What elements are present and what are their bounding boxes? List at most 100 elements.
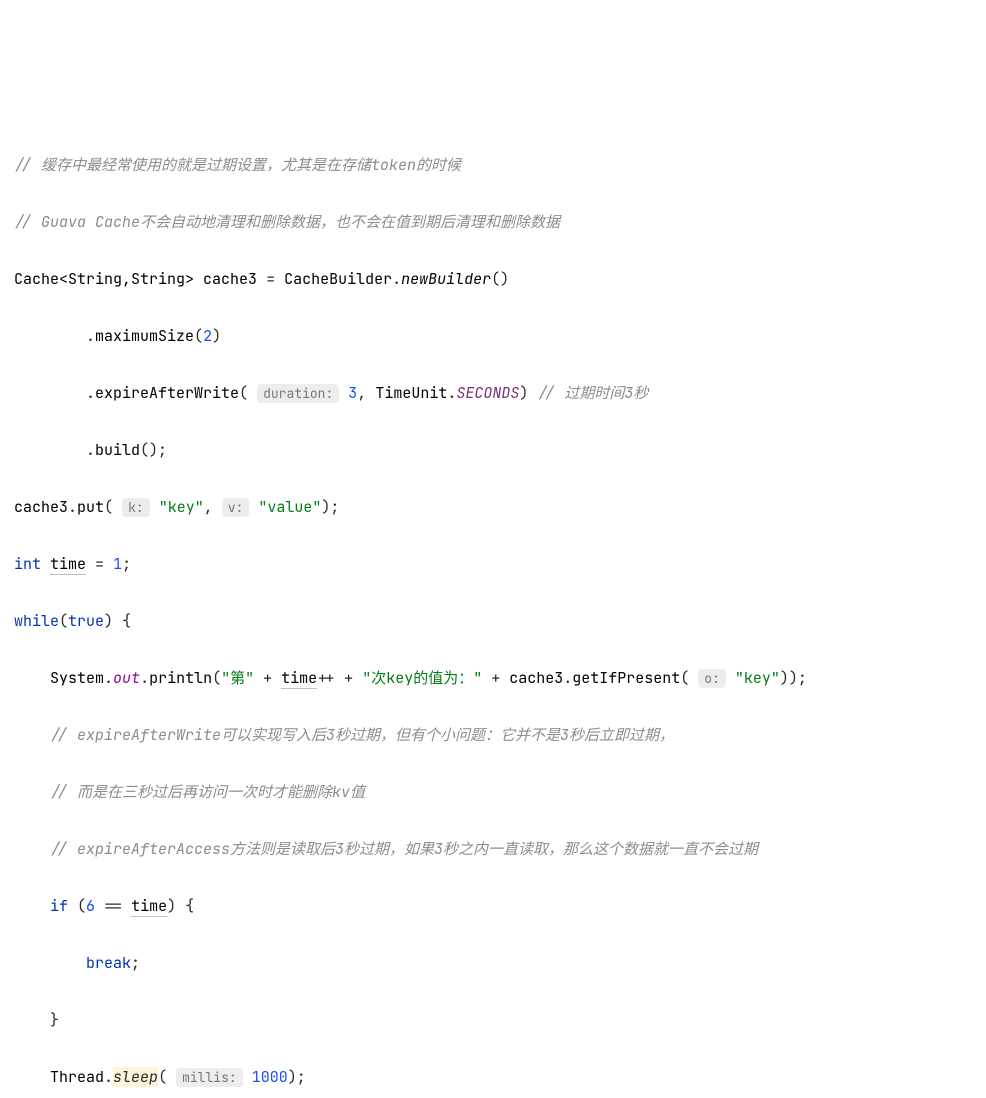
class-name: System (50, 668, 104, 688)
comment-text: // 缓存中最经常使用的就是过期设置，尤其是在存储token的时候 (14, 155, 461, 175)
indent (14, 326, 86, 346)
type-name: Cache (14, 269, 59, 289)
code-line: while(true) { (14, 607, 972, 636)
paren: ( (68, 896, 86, 916)
number-literal: 1000 (252, 1067, 288, 1087)
brace: } (50, 1010, 59, 1030)
string-literal: "key" (735, 668, 780, 688)
paren: ) (519, 383, 528, 403)
keyword: while (14, 611, 59, 631)
paren: ( (194, 326, 203, 346)
code-line: System.out.println("第" + time++ + "次key的… (14, 664, 972, 693)
code-line: } (14, 1006, 972, 1035)
indent (14, 440, 86, 460)
keyword: break (86, 953, 131, 973)
variable: time (281, 668, 317, 689)
space (339, 383, 348, 403)
code-line: int time = 1; (14, 550, 972, 579)
string-literal: "第" (221, 668, 254, 688)
method-name: getIfPresent (572, 668, 680, 688)
comment-text: // 过期时间3秒 (537, 383, 648, 403)
param-hint: v: (222, 498, 250, 517)
method-name: put (77, 497, 104, 517)
operator: == (95, 896, 131, 916)
code-line: // 而是在三秒过后再访问一次时才能删除kv值 (14, 778, 972, 807)
class-name: CacheBuilder (284, 269, 392, 289)
paren: ( (212, 668, 221, 688)
keyword: int (14, 554, 41, 574)
variable: cache3 (203, 269, 257, 289)
comment-text: // expireAfterWrite可以实现写入后3秒过期，但有个小问题：它并… (50, 725, 674, 745)
dot: . (68, 497, 77, 517)
code-line: // expireAfterWrite可以实现写入后3秒过期，但有个小问题：它并… (14, 721, 972, 750)
indent (14, 1010, 50, 1030)
comma: , (357, 383, 375, 403)
param-hint: duration: (257, 384, 339, 403)
indent (14, 668, 50, 688)
indent (14, 782, 50, 802)
method-name: sleep (113, 1067, 158, 1087)
indent (14, 839, 50, 859)
code-line: .maximumSize(2) (14, 322, 972, 351)
paren: ( (158, 1067, 176, 1087)
operator: = (86, 554, 113, 574)
brace: ) { (167, 896, 194, 916)
number-literal: 3 (348, 383, 357, 403)
code-line: // 缓存中最经常使用的就是过期设置，尤其是在存储token的时候 (14, 151, 972, 180)
generic-params: <String,String> (59, 269, 194, 289)
comment-text: // Guava Cache不会自动地清理和删除数据，也不会在值到期后清理和删除… (14, 212, 560, 232)
dot: . (86, 383, 95, 403)
operator: + (254, 668, 281, 688)
code-line: // expireAfterAccess方法则是读取后3秒过期，如果3秒之内一直… (14, 835, 972, 864)
paren: ); (321, 497, 339, 517)
indent (14, 1067, 50, 1087)
parens: (); (140, 440, 167, 460)
method-name: build (95, 440, 140, 460)
method-name: newBuilder (401, 269, 491, 289)
dot: . (86, 326, 95, 346)
keyword: true (68, 611, 104, 631)
code-line: .build(); (14, 436, 972, 465)
space (726, 668, 735, 688)
param-hint: o: (698, 669, 726, 688)
dot: . (86, 440, 95, 460)
indent (14, 383, 86, 403)
dot: . (447, 383, 456, 403)
field-name: out (113, 668, 140, 688)
variable: cache3 (14, 497, 68, 517)
comma: , (204, 497, 222, 517)
indent (14, 896, 50, 916)
operator: + (482, 668, 509, 688)
param-hint: k: (122, 498, 150, 517)
method-name: expireAfterWrite (95, 383, 239, 403)
indent (14, 953, 86, 973)
code-line: if (6 == time) { (14, 892, 972, 921)
paren: ( (239, 383, 257, 403)
space (150, 497, 159, 517)
code-block: // 缓存中最经常使用的就是过期设置，尤其是在存储token的时候 // Gua… (14, 122, 972, 1098)
dot: . (392, 269, 401, 289)
method-name: println (149, 668, 212, 688)
paren: ( (59, 611, 68, 631)
brace: ) { (104, 611, 131, 631)
code-line: // Guava Cache不会自动地清理和删除数据，也不会在值到期后清理和删除… (14, 208, 972, 237)
operator: = (257, 269, 284, 289)
paren: ( (680, 668, 698, 688)
paren: ); (288, 1067, 306, 1087)
variable: time (131, 896, 167, 917)
comment-text: // expireAfterAccess方法则是读取后3秒过期，如果3秒之内一直… (50, 839, 758, 859)
code-line: break; (14, 949, 972, 978)
class-name: Thread (50, 1067, 104, 1087)
code-line: cache3.put( k: "key", v: "value"); (14, 493, 972, 522)
string-literal: "key" (159, 497, 204, 517)
string-literal: "value" (258, 497, 321, 517)
semicolon: ; (131, 953, 140, 973)
space (249, 497, 258, 517)
space (41, 554, 50, 574)
dot: . (563, 668, 572, 688)
semicolon: ; (122, 554, 131, 574)
operator: ++ (317, 668, 335, 688)
keyword: if (50, 896, 68, 916)
paren: ( (104, 497, 122, 517)
parens: () (491, 269, 509, 289)
